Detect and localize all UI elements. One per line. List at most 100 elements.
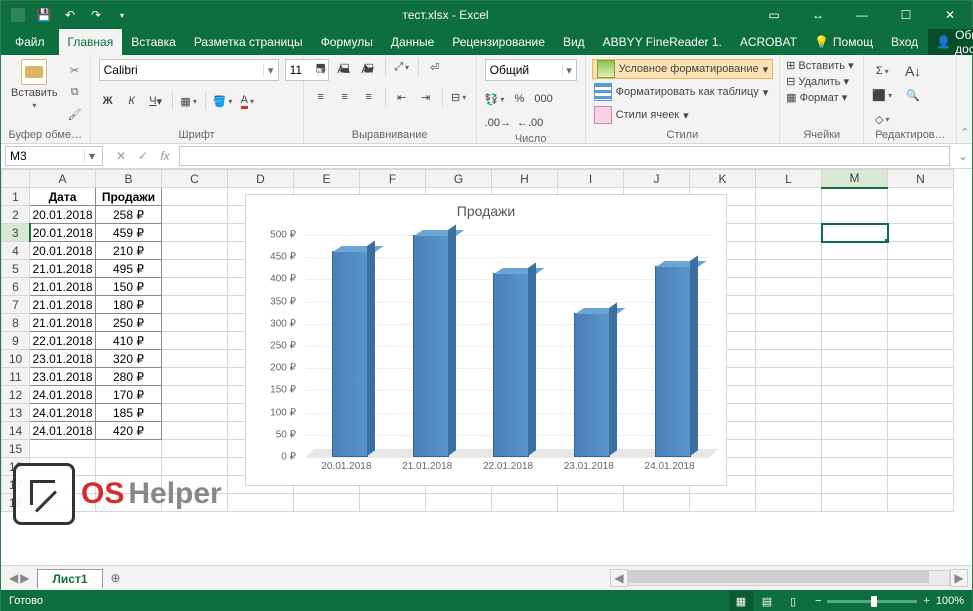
cell[interactable]: 20.01.2018 <box>30 206 96 224</box>
cell[interactable] <box>756 476 822 494</box>
new-sheet-button[interactable]: ⊕ <box>103 571 129 585</box>
save-icon[interactable]: 💾 <box>33 4 55 26</box>
row-header[interactable]: 4 <box>2 242 30 260</box>
row-header[interactable]: 15 <box>2 440 30 458</box>
cell[interactable] <box>888 404 954 422</box>
cell[interactable]: 210 ₽ <box>96 242 162 260</box>
accounting-format-icon[interactable]: 💱 <box>483 89 507 109</box>
cell[interactable] <box>822 278 888 296</box>
page-layout-view-icon[interactable]: ▤ <box>755 591 779 611</box>
bold-button[interactable]: Ж <box>97 91 119 111</box>
cell[interactable] <box>888 206 954 224</box>
cell[interactable] <box>162 404 228 422</box>
collapse-ribbon-icon[interactable]: ⌃ <box>957 55 972 143</box>
cell[interactable] <box>756 440 822 458</box>
cell[interactable]: 21.01.2018 <box>30 296 96 314</box>
row-header[interactable]: 5 <box>2 260 30 278</box>
cell[interactable]: Продажи <box>96 188 162 206</box>
hscroll-left-icon[interactable]: ◀ <box>610 569 628 587</box>
expand-formula-bar-icon[interactable]: ⌄ <box>954 149 972 163</box>
embedded-chart[interactable]: Продажи 0 ₽50 ₽100 ₽150 ₽200 ₽250 ₽300 ₽… <box>245 194 727 486</box>
tab-layout[interactable]: Разметка страницы <box>185 29 312 55</box>
row-header[interactable]: 2 <box>2 206 30 224</box>
cell[interactable] <box>888 458 954 476</box>
cell[interactable] <box>822 386 888 404</box>
copy-icon[interactable]: ⧉ <box>66 83 84 101</box>
cell[interactable] <box>888 494 954 512</box>
cell[interactable] <box>492 494 558 512</box>
cell-styles-button[interactable]: Стили ячеек ▾ <box>592 105 773 125</box>
row-header[interactable]: 7 <box>2 296 30 314</box>
tab-view[interactable]: Вид <box>554 29 594 55</box>
cell[interactable] <box>888 332 954 350</box>
sheet-tab[interactable]: Лист1 <box>37 569 102 588</box>
tab-acrobat[interactable]: ACROBAT <box>731 29 806 55</box>
cell[interactable]: 23.01.2018 <box>30 350 96 368</box>
clear-icon[interactable]: ◇ <box>870 109 894 129</box>
cell[interactable]: 320 ₽ <box>96 350 162 368</box>
align-right-icon[interactable]: ≡ <box>358 87 380 107</box>
paste-button[interactable]: Вставить ▾ <box>7 57 62 112</box>
cut-icon[interactable]: ✂ <box>66 61 84 79</box>
cell[interactable] <box>162 458 228 476</box>
cell[interactable] <box>294 494 360 512</box>
chevron-down-icon[interactable]: ▾ <box>84 149 99 163</box>
decrease-decimal-icon[interactable]: ←.00 <box>515 113 545 133</box>
cell[interactable] <box>822 314 888 332</box>
chevron-down-icon[interactable]: ▾ <box>263 64 278 77</box>
tab-data[interactable]: Данные <box>382 29 443 55</box>
col-header[interactable]: K <box>690 170 756 188</box>
cell[interactable]: 180 ₽ <box>96 296 162 314</box>
sign-in[interactable]: Вход <box>883 29 926 55</box>
cell[interactable] <box>822 296 888 314</box>
merge-center-icon[interactable]: ⊟ <box>448 87 470 107</box>
cell[interactable] <box>888 368 954 386</box>
scroll-sheets-right-icon[interactable]: ▶ <box>20 571 29 585</box>
italic-button[interactable]: К <box>121 91 143 111</box>
cell[interactable] <box>756 206 822 224</box>
col-header[interactable]: A <box>30 170 96 188</box>
cell[interactable]: 280 ₽ <box>96 368 162 386</box>
cell[interactable] <box>822 188 888 206</box>
cell[interactable] <box>756 422 822 440</box>
formula-input[interactable] <box>179 146 950 166</box>
cell[interactable] <box>96 476 162 494</box>
underline-button[interactable]: Ч ▾ <box>145 91 167 111</box>
cell[interactable] <box>888 476 954 494</box>
tab-abbyy[interactable]: ABBYY FineReader 1. <box>594 29 731 55</box>
col-header[interactable]: J <box>624 170 690 188</box>
row-header[interactable]: 1 <box>2 188 30 206</box>
hscrollbar[interactable] <box>628 570 950 586</box>
cell[interactable] <box>888 350 954 368</box>
cell[interactable] <box>756 404 822 422</box>
cell[interactable]: 150 ₽ <box>96 278 162 296</box>
cell[interactable] <box>30 440 96 458</box>
col-header[interactable]: L <box>756 170 822 188</box>
cell[interactable] <box>162 440 228 458</box>
zoom-out-button[interactable]: − <box>815 595 821 607</box>
cell[interactable] <box>756 278 822 296</box>
autosum-icon[interactable]: Σ <box>870 61 894 81</box>
worksheet-grid[interactable]: ABCDEFGHIJKLMN1ДатаПродажи220.01.2018258… <box>1 169 972 565</box>
align-left-icon[interactable]: ≡ <box>310 87 332 107</box>
insert-cells-button[interactable]: ⊞ Вставить ▾ <box>786 59 854 72</box>
col-header[interactable]: N <box>888 170 954 188</box>
cell[interactable]: 20.01.2018 <box>30 242 96 260</box>
col-header[interactable]: C <box>162 170 228 188</box>
row-header[interactable]: 9 <box>2 332 30 350</box>
cell[interactable] <box>888 296 954 314</box>
cell[interactable] <box>162 188 228 206</box>
cancel-formula-icon[interactable]: ✕ <box>111 149 131 163</box>
cell[interactable] <box>756 368 822 386</box>
tab-review[interactable]: Рецензирование <box>443 29 554 55</box>
number-format-input[interactable] <box>486 63 562 77</box>
cell[interactable] <box>162 206 228 224</box>
cell[interactable] <box>162 242 228 260</box>
cell[interactable] <box>756 242 822 260</box>
cell[interactable]: Дата <box>30 188 96 206</box>
chevron-down-icon[interactable]: ▾ <box>562 64 576 77</box>
scroll-sheets-left-icon[interactable]: ◀ <box>9 571 18 585</box>
tab-insert[interactable]: Вставка <box>122 29 185 55</box>
orientation-icon[interactable]: ⤢ <box>391 57 413 77</box>
minimize-button[interactable]: — <box>840 1 884 29</box>
